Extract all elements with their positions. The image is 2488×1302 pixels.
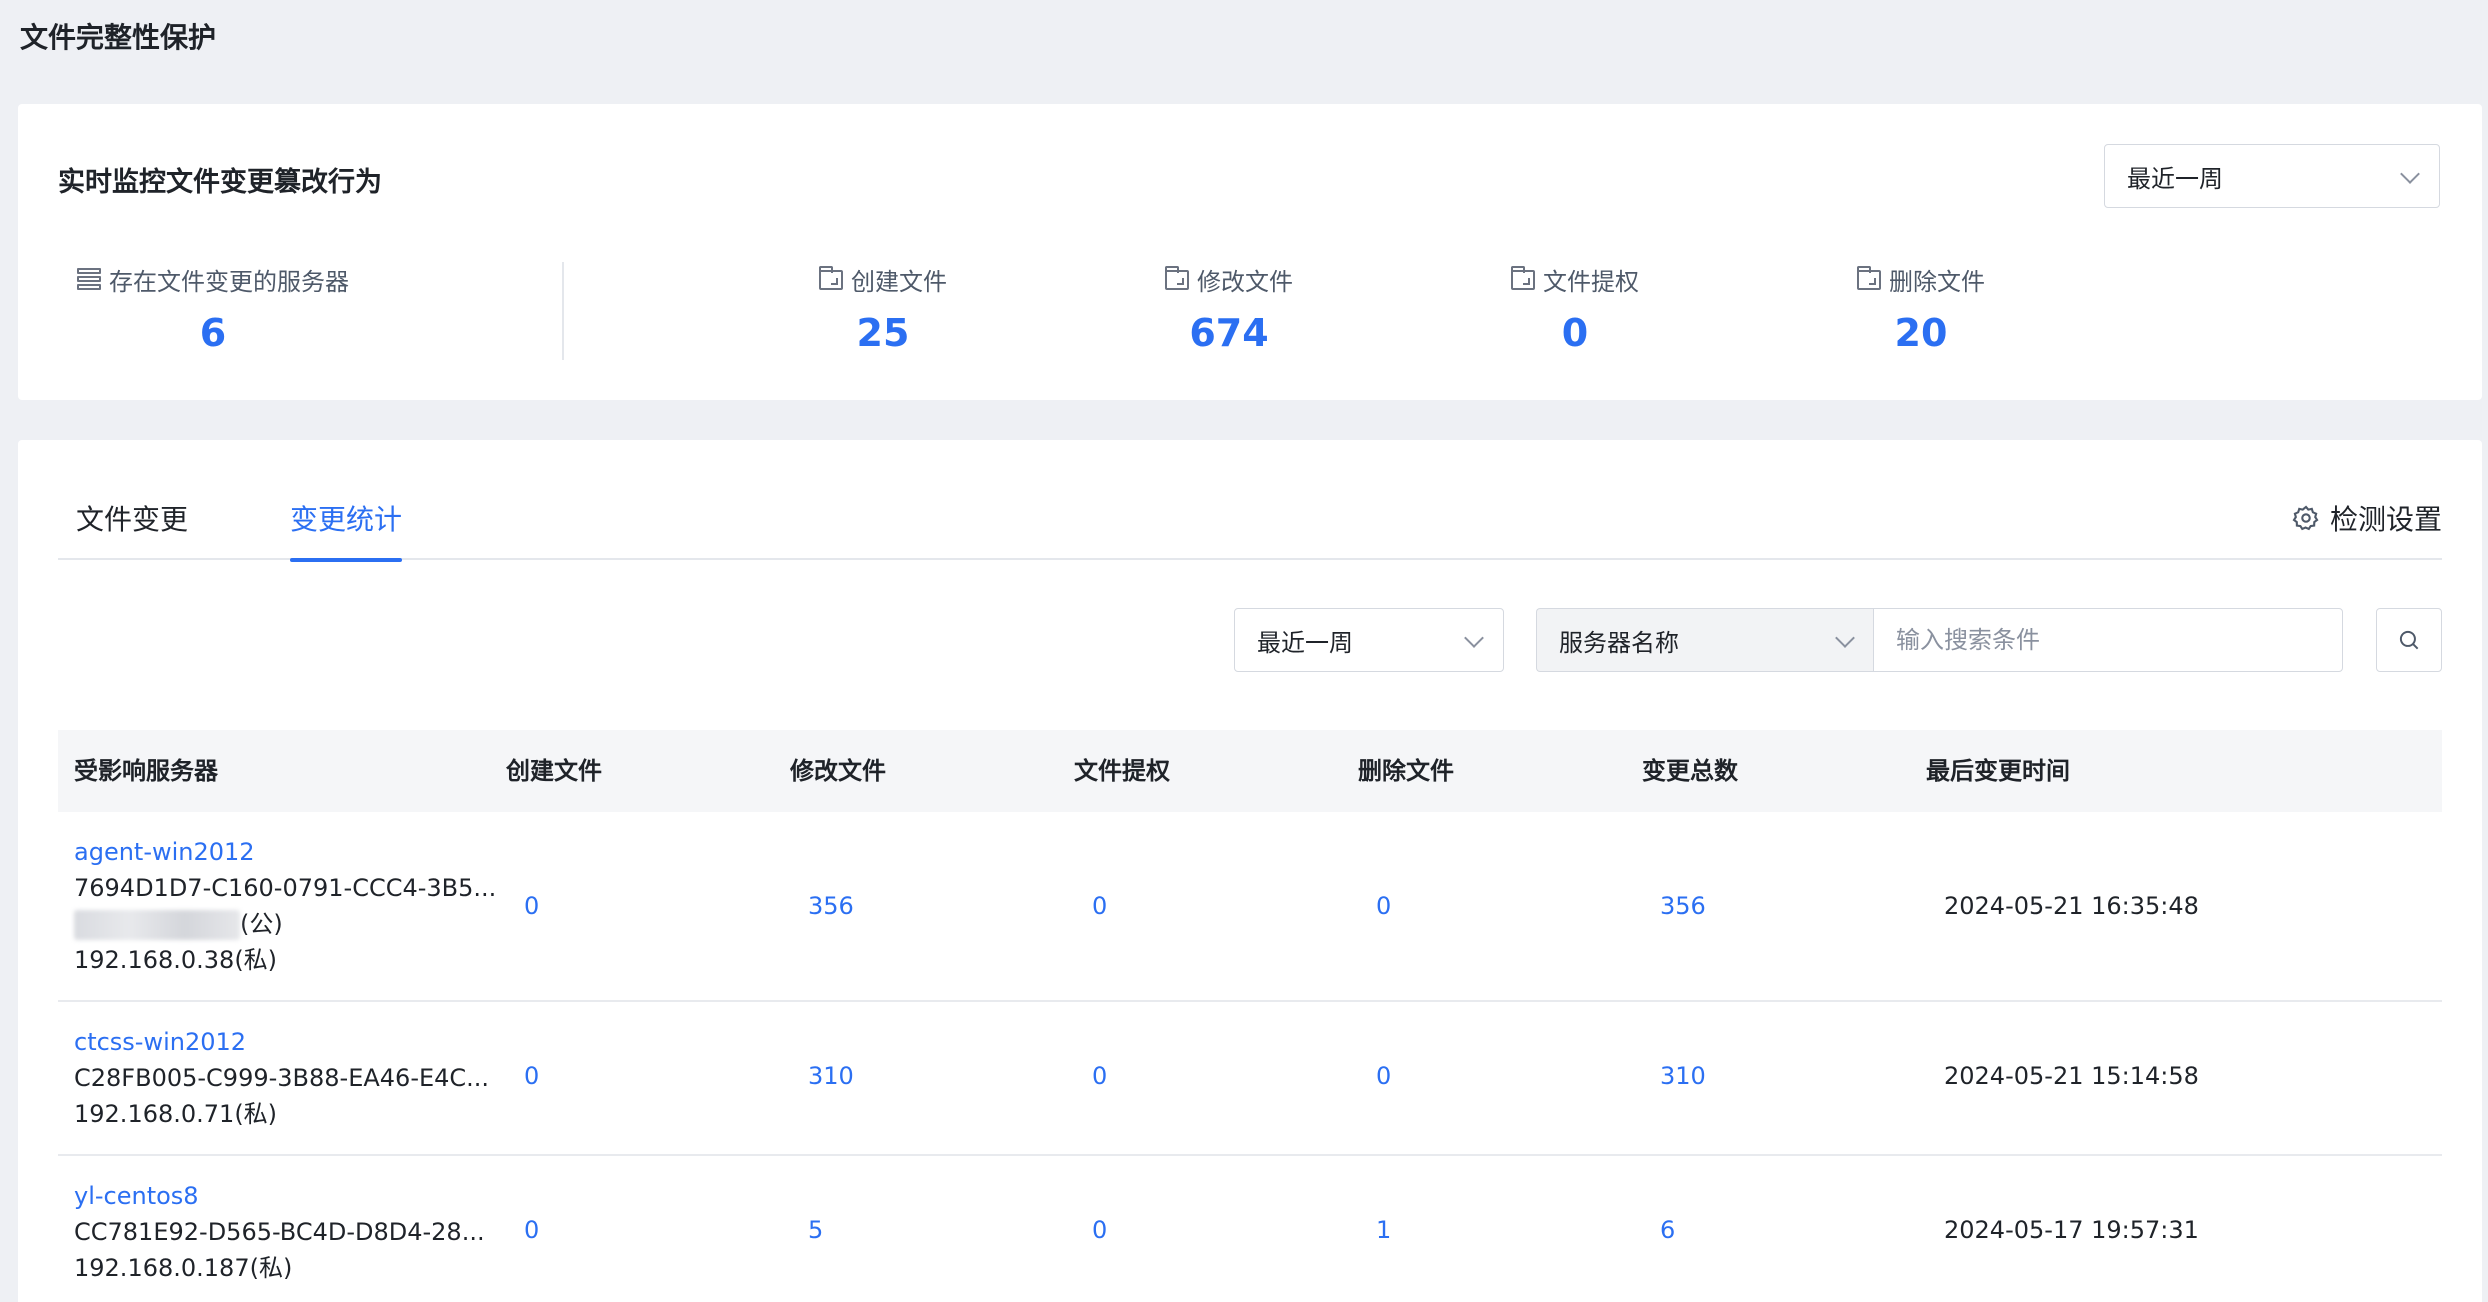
tab-file-changes-label: 文件变更 (76, 503, 189, 536)
search-field-select[interactable]: 服务器名称 (1536, 608, 1874, 672)
detect-settings-button[interactable]: 检测设置 (2292, 498, 2442, 538)
header-total: 变更总数 (1642, 757, 1738, 785)
table-row: agent-win2012 7694D1D7-C160-0791-CCC4-3B… (58, 812, 2442, 1002)
server-name-link[interactable]: agent-win2012 (74, 834, 496, 870)
search-button[interactable] (2376, 608, 2442, 672)
stat-create-label: 创建文件 (851, 268, 947, 296)
last-change-time: 2024-05-17 19:57:31 (1944, 1216, 2199, 1244)
escalate-count[interactable]: 0 (1092, 1062, 1107, 1090)
chevron-down-icon (2400, 164, 2420, 184)
stat-escalate: 文件提权 0 (1490, 262, 1660, 355)
header-escalate: 文件提权 (1074, 757, 1170, 785)
stat-escalate-value: 0 (1561, 311, 1589, 355)
stats-table: 受影响服务器 创建文件 修改文件 文件提权 删除文件 变更总数 最后变更时间 a… (58, 730, 2442, 1302)
tab-change-stats-label: 变更统计 (290, 503, 403, 536)
modify-count[interactable]: 5 (808, 1216, 823, 1244)
stat-servers-value: 6 (199, 311, 227, 355)
header-last-time: 最后变更时间 (1926, 757, 2070, 785)
escalate-count[interactable]: 0 (1092, 1216, 1107, 1244)
server-private-ip: 192.168.0.187(私) (74, 1254, 293, 1282)
folder-icon (819, 265, 843, 290)
header-modify: 修改文件 (790, 757, 886, 785)
total-count[interactable]: 356 (1660, 892, 1706, 920)
stat-servers: 存在文件变更的服务器 6 (58, 262, 368, 355)
last-change-time: 2024-05-21 15:14:58 (1944, 1062, 2199, 1090)
delete-count[interactable]: 0 (1376, 1062, 1391, 1090)
folder-icon (1165, 265, 1189, 290)
create-count[interactable]: 0 (524, 1062, 539, 1090)
create-count[interactable]: 0 (524, 1216, 539, 1244)
server-name-link[interactable]: yl-centos8 (74, 1178, 485, 1214)
server-cell: agent-win2012 7694D1D7-C160-0791-CCC4-3B… (74, 834, 496, 978)
total-count[interactable]: 310 (1660, 1062, 1706, 1090)
stat-create: 创建文件 25 (798, 262, 968, 355)
stat-delete-value: 20 (1894, 311, 1948, 355)
server-cell: yl-centos8 CC781E92-D565-BC4D-D8D4-28...… (74, 1178, 485, 1286)
summary-period-value: 最近一周 (2127, 164, 2223, 193)
server-cell: ctcss-win2012 C28FB005-C999-3B88-EA46-E4… (74, 1024, 489, 1132)
period-select[interactable]: 最近一周 (1234, 608, 1504, 672)
stat-divider (562, 262, 564, 360)
modify-count[interactable]: 356 (808, 892, 854, 920)
summary-period-select[interactable]: 最近一周 (2104, 144, 2440, 208)
stat-modify: 修改文件 674 (1144, 262, 1314, 355)
table-row: yl-centos8 CC781E92-D565-BC4D-D8D4-28...… (58, 1156, 2442, 1302)
public-ip-suffix: (公) (240, 910, 283, 938)
summary-title: 实时监控文件变更篡改行为 (58, 167, 382, 198)
redacted-public-ip (74, 910, 240, 940)
server-id: CC781E92-D565-BC4D-D8D4-28... (74, 1218, 485, 1246)
create-count[interactable]: 0 (524, 892, 539, 920)
server-id: C28FB005-C999-3B88-EA46-E4C... (74, 1064, 490, 1092)
stat-delete-label: 删除文件 (1889, 268, 1985, 296)
tab-bar: 文件变更 变更统计 (58, 498, 2442, 562)
search-input[interactable] (1873, 608, 2343, 672)
chevron-down-icon (1464, 628, 1484, 648)
stat-create-value: 25 (856, 311, 910, 355)
table-header: 受影响服务器 创建文件 修改文件 文件提权 删除文件 变更总数 最后变更时间 (58, 730, 2442, 812)
delete-count[interactable]: 0 (1376, 892, 1391, 920)
server-id: 7694D1D7-C160-0791-CCC4-3B5... (74, 874, 497, 902)
server-public-ip: (公) (74, 906, 496, 942)
table-row: ctcss-win2012 C28FB005-C999-3B88-EA46-E4… (58, 1002, 2442, 1156)
server-private-ip: 192.168.0.38(私) (74, 946, 278, 974)
stat-servers-label: 存在文件变更的服务器 (109, 268, 349, 296)
header-create: 创建文件 (506, 757, 602, 785)
search-field-value: 服务器名称 (1559, 628, 1679, 657)
search-icon (2399, 630, 2419, 650)
stat-delete: 删除文件 20 (1836, 262, 2006, 355)
page-title: 文件完整性保护 (20, 21, 217, 54)
delete-count[interactable]: 1 (1376, 1216, 1391, 1244)
stat-modify-value: 674 (1189, 311, 1269, 355)
stat-escalate-label: 文件提权 (1543, 268, 1639, 296)
tab-change-stats[interactable]: 变更统计 (290, 498, 403, 562)
header-server: 受影响服务器 (74, 757, 218, 785)
main-card: 文件变更 变更统计 检测设置 最近一周 服务器名称 受影响服务器 创建文件 修改… (18, 440, 2482, 1302)
folder-icon (1511, 265, 1535, 290)
last-change-time: 2024-05-21 16:35:48 (1944, 892, 2199, 920)
chevron-down-icon (1835, 628, 1855, 648)
server-private-ip: 192.168.0.71(私) (74, 1100, 278, 1128)
gear-icon (2292, 505, 2319, 531)
server-name-link[interactable]: ctcss-win2012 (74, 1024, 489, 1060)
header-delete: 删除文件 (1358, 757, 1454, 785)
escalate-count[interactable]: 0 (1092, 892, 1107, 920)
server-icon (77, 267, 101, 292)
tab-file-changes[interactable]: 文件变更 (76, 498, 188, 560)
total-count[interactable]: 6 (1660, 1216, 1675, 1244)
stat-modify-label: 修改文件 (1197, 268, 1293, 296)
period-select-value: 最近一周 (1257, 628, 1353, 657)
modify-count[interactable]: 310 (808, 1062, 854, 1090)
summary-card: 实时监控文件变更篡改行为 最近一周 存在文件变更的服务器 6 创建文件 25 修… (18, 104, 2482, 400)
folder-icon (1857, 265, 1881, 290)
detect-settings-label: 检测设置 (2329, 503, 2442, 536)
active-tab-indicator (290, 558, 403, 562)
